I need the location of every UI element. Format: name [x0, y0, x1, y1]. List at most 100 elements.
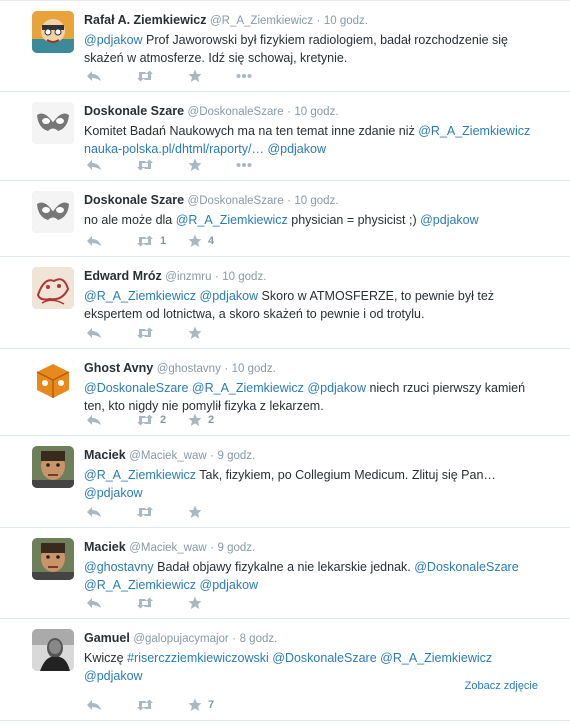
view-photo-link[interactable]: Zobacz zdjęcie — [465, 680, 538, 692]
more-dots-button[interactable] — [236, 156, 252, 174]
author-fullname[interactable]: Edward Mróz — [84, 269, 162, 283]
mention-link[interactable]: @pdjakow — [307, 381, 366, 395]
reply-button[interactable] — [86, 411, 102, 429]
retweet-button[interactable] — [136, 324, 154, 342]
mention-link[interactable]: @DoskonaleSzare — [84, 381, 188, 395]
favorite-button[interactable] — [188, 594, 202, 612]
retweet-button[interactable] — [136, 696, 154, 714]
reply-button[interactable] — [86, 594, 102, 612]
favorite-button[interactable] — [188, 503, 202, 521]
favorite-icon — [188, 413, 202, 427]
mention-link[interactable]: @ghostavny — [84, 560, 154, 574]
retweet-button[interactable] — [136, 594, 154, 612]
retweet-button[interactable] — [136, 67, 154, 85]
tweet-item[interactable]: Gamuel @galopujacymajor · 8 godz. Kwiczę … — [0, 619, 570, 721]
tweet-item[interactable]: Rafał A. Ziemkiewicz @R_A_Ziemkiewicz · … — [0, 0, 570, 92]
reply-button[interactable] — [86, 696, 102, 714]
mention-link[interactable]: @pdjakow — [84, 33, 143, 47]
tweet-timestamp[interactable]: 9 godz. — [218, 450, 256, 462]
reply-icon — [86, 506, 102, 518]
favorite-icon — [188, 698, 202, 712]
reply-button[interactable] — [86, 232, 102, 250]
tweet-timestamp[interactable]: 10 godz. — [294, 195, 338, 207]
favorite-button[interactable] — [188, 156, 202, 174]
retweet-button[interactable]: 1 — [136, 232, 166, 250]
mention-link[interactable]: @pdjakow — [84, 486, 143, 500]
favorites-count: 7 — [208, 699, 215, 711]
tweet-item[interactable]: Edward Mróz @inzmru · 10 godz. @R_A_Ziemk… — [0, 257, 570, 349]
tweet-text-line: nauka-polska.pl/dhtml/raporty/… @pdjakow — [84, 140, 558, 158]
mention-link[interactable]: @R_A_Ziemkiewicz — [176, 213, 288, 227]
tweet-text-line: @R_A_Ziemkiewicz @pdjakow — [84, 576, 558, 594]
author-fullname[interactable]: Ghost Avny — [84, 361, 153, 375]
favorite-icon — [188, 326, 202, 340]
tweet-timestamp[interactable]: 8 godz. — [240, 633, 278, 645]
author-fullname[interactable]: Maciek — [84, 448, 126, 462]
avatar[interactable] — [32, 446, 74, 488]
author-fullname[interactable]: Gamuel — [84, 631, 130, 645]
retweet-icon — [136, 70, 154, 82]
tweet-timestamp[interactable]: 10 godz. — [222, 271, 266, 283]
mention-link[interactable]: @pdjakow — [420, 213, 479, 227]
url-link[interactable]: nauka-polska.pl/dhtml/raporty/… — [84, 142, 264, 156]
mention-link[interactable]: @R_A_Ziemkiewicz — [418, 124, 530, 138]
reply-button[interactable] — [86, 324, 102, 342]
author-username[interactable]: @R_A_Ziemkiewicz — [210, 15, 313, 27]
avatar[interactable] — [32, 102, 74, 144]
tweet-timestamp[interactable]: 10 godz. — [232, 363, 276, 375]
avatar[interactable] — [32, 359, 74, 401]
favorite-button[interactable] — [188, 324, 202, 342]
author-username[interactable]: @ghostavny — [157, 363, 221, 375]
tweet-timestamp[interactable]: 10 godz. — [324, 15, 368, 27]
tweet-text-line: @pdjakow Prof Jaworowski był fizykiem ra… — [84, 31, 558, 49]
author-username[interactable]: @Maciek_waw — [129, 542, 207, 554]
tweet-item[interactable]: Ghost Avny @ghostavny · 10 godz. @Doskona… — [0, 349, 570, 436]
avatar[interactable] — [32, 191, 74, 233]
author-fullname[interactable]: Doskonale Szare — [84, 104, 184, 118]
retweet-button[interactable] — [136, 156, 154, 174]
mention-link[interactable]: @pdjakow — [200, 289, 259, 303]
avatar[interactable] — [32, 629, 74, 671]
reply-button[interactable] — [86, 503, 102, 521]
favorite-button[interactable]: 2 — [188, 411, 214, 429]
author-username[interactable]: @Maciek_waw — [129, 450, 207, 462]
mention-link[interactable]: @pdjakow — [84, 669, 143, 683]
tweet-text-line: @R_A_Ziemkiewicz Tak, fizykiem, po Colle… — [84, 466, 558, 484]
retweet-icon — [136, 327, 154, 339]
mention-link[interactable]: @R_A_Ziemkiewicz — [84, 468, 196, 482]
tweet-item[interactable]: Doskonale Szare @DoskonaleSzare · 10 god… — [0, 92, 570, 181]
more-dots-button[interactable] — [236, 67, 252, 85]
tweet-text-line: ekspertem od lotnictwa, a skoro skażeń t… — [84, 305, 558, 323]
author-fullname[interactable]: Doskonale Szare — [84, 193, 184, 207]
mention-link[interactable]: @R_A_Ziemkiewicz — [84, 289, 196, 303]
avatar[interactable] — [32, 267, 74, 309]
author-username[interactable]: @galopujacymajor — [133, 633, 228, 645]
mention-link[interactable]: @pdjakow — [200, 578, 259, 592]
author-username[interactable]: @DoskonaleSzare — [188, 106, 284, 118]
retweet-button[interactable]: 2 — [136, 411, 166, 429]
reply-button[interactable] — [86, 156, 102, 174]
favorite-button[interactable]: 7 — [188, 696, 214, 714]
mention-link[interactable]: @R_A_Ziemkiewicz — [84, 578, 196, 592]
avatar[interactable] — [32, 538, 74, 580]
avatar[interactable] — [32, 11, 74, 53]
author-fullname[interactable]: Maciek — [84, 540, 126, 554]
tweet-timestamp[interactable]: 10 godz. — [294, 106, 338, 118]
hashtag-link[interactable]: #riserczziemkiewiczowski — [127, 651, 269, 665]
tweet-item[interactable]: Doskonale Szare @DoskonaleSzare · 10 god… — [0, 181, 570, 257]
mention-link[interactable]: @DoskonaleSzare — [272, 651, 376, 665]
reply-button[interactable] — [86, 67, 102, 85]
tweet-item[interactable]: Maciek @Maciek_waw · 9 godz. @R_A_Ziemkie… — [0, 436, 570, 528]
author-username[interactable]: @inzmru — [165, 271, 211, 283]
mention-link[interactable]: @pdjakow — [267, 142, 326, 156]
mention-link[interactable]: @R_A_Ziemkiewicz — [192, 381, 304, 395]
retweet-button[interactable] — [136, 503, 154, 521]
tweet-timestamp[interactable]: 9 godz. — [218, 542, 256, 554]
author-fullname[interactable]: Rafał A. Ziemkiewicz — [84, 13, 207, 27]
author-username[interactable]: @DoskonaleSzare — [188, 195, 284, 207]
tweet-item[interactable]: Maciek @Maciek_waw · 9 godz. @ghostavny B… — [0, 528, 570, 619]
favorite-button[interactable] — [188, 67, 202, 85]
mention-link[interactable]: @DoskonaleSzare — [414, 560, 518, 574]
favorite-button[interactable]: 4 — [188, 232, 214, 250]
mention-link[interactable]: @R_A_Ziemkiewicz — [380, 651, 492, 665]
